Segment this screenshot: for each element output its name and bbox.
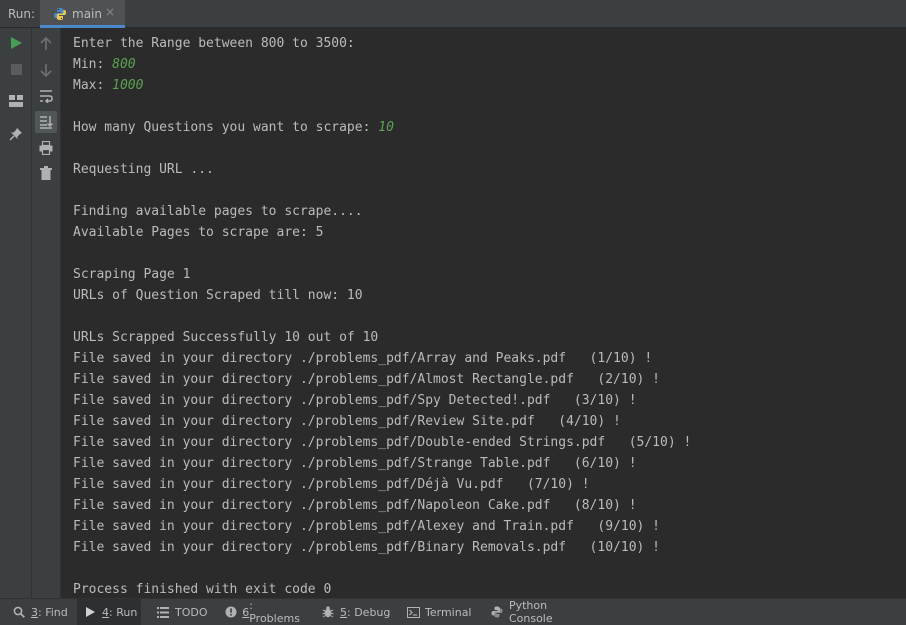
console-line: File saved in your directory ./problems_…: [73, 454, 637, 474]
console-line-text: File saved in your directory ./problems_…: [73, 456, 637, 471]
console-line: File saved in your directory ./problems_…: [73, 433, 691, 453]
console-line: Process finished with exit code 0: [73, 580, 331, 600]
python-icon: [54, 8, 66, 20]
console-line: Finding available pages to scrape....: [73, 202, 363, 222]
console-line-text: File saved in your directory ./problems_…: [73, 351, 653, 366]
console-line: File saved in your directory ./problems_…: [73, 496, 637, 516]
console-line-text: How many Questions you want to scrape:: [73, 120, 379, 135]
arrow-down-icon[interactable]: [37, 61, 55, 79]
console-user-input: 10: [378, 120, 394, 135]
tool-tab-todo[interactable]: TODO: [150, 599, 210, 625]
console-line: Min: 800: [73, 55, 136, 75]
info-icon: [224, 605, 237, 619]
rerun-icon[interactable]: [7, 34, 25, 52]
console-line-text: Min:: [73, 57, 113, 72]
tool-tab-label: : Run: [109, 605, 138, 619]
tab-main[interactable]: main ×: [40, 0, 125, 28]
console-line: File saved in your directory ./problems_…: [73, 349, 652, 369]
print-icon[interactable]: [37, 139, 55, 157]
console-line: Enter the Range between 800 to 3500:: [73, 34, 355, 54]
tab-main-label: main: [72, 7, 102, 21]
console-line-text: File saved in your directory ./problems_…: [73, 498, 637, 513]
trash-icon[interactable]: [37, 164, 55, 182]
terminal-icon: [406, 605, 420, 619]
console-line-text: File saved in your directory ./problems_…: [73, 435, 692, 450]
tool-tab-label: TODO: [175, 605, 208, 619]
console-line-text: File saved in your directory ./problems_…: [73, 519, 660, 534]
tool-tab-label: Terminal: [425, 605, 472, 619]
run-toolbar: Run: main ×: [0, 0, 906, 28]
console-line-text: File saved in your directory ./problems_…: [73, 477, 590, 492]
console-line: File saved in your directory ./problems_…: [73, 517, 660, 537]
stop-icon[interactable]: [7, 60, 25, 78]
console-output[interactable]: Enter the Range between 800 to 3500: Min:…: [61, 28, 906, 598]
console-actions-gutter: [32, 28, 61, 598]
console-line-text: Enter the Range between 800 to 3500:: [73, 36, 355, 51]
console-line: Requesting URL ...: [73, 160, 214, 180]
tool-tab-debug[interactable]: 5: Debug: [315, 599, 391, 625]
console-line-text: URLs of Question Scraped till now: 10: [73, 288, 363, 303]
console-user-input: 1000: [112, 78, 144, 93]
console-line-text: Scraping Page 1: [73, 267, 191, 282]
search-icon: [12, 605, 26, 619]
tool-tab-label: Python Console: [508, 599, 553, 625]
tool-tab-label: : Problems: [249, 599, 300, 625]
pin-icon[interactable]: [7, 125, 25, 143]
console-line: How many Questions you want to scrape: 1…: [73, 118, 394, 138]
list-icon: [156, 605, 170, 619]
console-line-text: File saved in your directory ./problems_…: [73, 540, 660, 555]
console-line: File saved in your directory ./problems_…: [73, 370, 660, 390]
console-line: File saved in your directory ./problems_…: [73, 538, 660, 558]
console-line-text: File saved in your directory ./problems_…: [73, 414, 621, 429]
run-label: Run:: [8, 7, 36, 21]
tool-tab-terminal[interactable]: Terminal: [400, 599, 475, 625]
run-actions-gutter: [0, 28, 32, 598]
tool-tab-shortcut: 3: [31, 605, 38, 619]
console-line-text: Requesting URL ...: [73, 162, 214, 177]
console-line-text: File saved in your directory ./problems_…: [73, 393, 637, 408]
console-line: URLs of Question Scraped till now: 10: [73, 286, 363, 306]
play-icon: [83, 605, 97, 619]
console-line: File saved in your directory ./problems_…: [73, 475, 590, 495]
console-line-text: Available Pages to scrape are: 5: [73, 225, 324, 240]
tool-tab-shortcut: 4: [102, 605, 109, 619]
tool-tab-shortcut: 5: [340, 605, 347, 619]
console-line-text: URLs Scrapped Successfully 10 out of 10: [73, 330, 379, 345]
python-icon: [490, 605, 504, 619]
tool-tab-label: : Find: [38, 605, 68, 619]
scroll-to-end-icon[interactable]: [35, 111, 57, 133]
console-line-text: Finding available pages to scrape....: [73, 204, 363, 219]
console-line: Available Pages to scrape are: 5: [73, 223, 323, 243]
console-line-text: Process finished with exit code 0: [73, 582, 332, 597]
soft-wrap-icon[interactable]: [37, 87, 55, 105]
console-line: Scraping Page 1: [73, 265, 190, 285]
arrow-up-icon[interactable]: [37, 35, 55, 53]
console-line-text: Max:: [73, 78, 113, 93]
tool-window-bar: 3: Find 4: Run TODO 6: Problems 5: Debug Term…: [0, 598, 906, 625]
bug-icon: [321, 605, 335, 619]
tool-tab-python-console[interactable]: Python Console: [484, 599, 594, 625]
close-icon[interactable]: ×: [105, 5, 115, 19]
layout-icon[interactable]: [7, 92, 25, 110]
console-line-text: File saved in your directory ./problems_…: [73, 372, 660, 387]
console-line: URLs Scrapped Successfully 10 out of 10: [73, 328, 378, 348]
tool-tab-label: : Debug: [347, 605, 391, 619]
tool-tab-problems[interactable]: 6: Problems: [218, 599, 304, 625]
console-line: File saved in your directory ./problems_…: [73, 391, 637, 411]
console-user-input: 800: [112, 57, 136, 72]
console-line: File saved in your directory ./problems_…: [73, 412, 621, 432]
console-line: Max: 1000: [73, 76, 143, 96]
tool-tab-shortcut: 6: [242, 605, 250, 619]
tool-tab-find[interactable]: 3: Find: [6, 599, 72, 625]
tool-tab-run[interactable]: 4: Run: [77, 599, 141, 625]
